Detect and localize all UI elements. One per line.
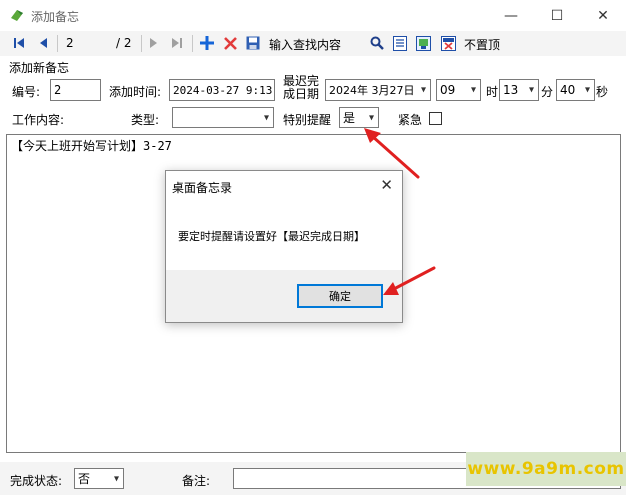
toolbar-separator bbox=[57, 35, 58, 52]
total-records: / 2 bbox=[116, 36, 132, 50]
minute-label: 分 bbox=[541, 85, 554, 99]
watermark: www.9a9m.com bbox=[466, 452, 626, 486]
minute-select[interactable]: 13 ▾ bbox=[499, 79, 539, 101]
toolbar-separator bbox=[141, 35, 142, 52]
work-content-label: 工作内容: bbox=[12, 113, 65, 127]
second-label: 秒 bbox=[596, 85, 609, 99]
title-bar: 添加备忘 — ☐ ✕ bbox=[0, 0, 626, 31]
delete-icon[interactable] bbox=[222, 35, 238, 51]
add-time-field[interactable]: 2024-03-27 9:13:4 bbox=[169, 79, 275, 101]
add-time-label: 添加时间: bbox=[109, 85, 162, 99]
window-title: 添加备忘 bbox=[31, 10, 80, 24]
status-label: 完成状态: bbox=[10, 474, 63, 488]
urgent-label: 紧急 bbox=[398, 113, 423, 127]
prev-record-icon[interactable] bbox=[37, 35, 49, 51]
maximize-button[interactable]: ☐ bbox=[534, 0, 580, 31]
chevron-down-icon: ▾ bbox=[470, 84, 476, 96]
dialog-close-button[interactable]: ✕ bbox=[380, 176, 393, 194]
chevron-down-icon: ▾ bbox=[368, 112, 374, 123]
content-text: 【今天上班开始写计划】3-27 bbox=[11, 139, 172, 153]
chevron-down-icon: ▾ bbox=[420, 84, 426, 96]
close-button[interactable]: ✕ bbox=[580, 0, 626, 31]
toolbar-separator bbox=[192, 35, 193, 52]
deadline-label: 最迟完 成日期 bbox=[283, 74, 320, 101]
chevron-down-icon: ▾ bbox=[113, 473, 119, 484]
pin-icon[interactable] bbox=[440, 35, 456, 51]
alert-dialog: 桌面备忘录 ✕ 要定时提醒请设置好【最迟完成日期】 确定 bbox=[165, 170, 403, 323]
reminder-label: 特别提醒 bbox=[283, 113, 332, 127]
toolbar: 2 / 2 输入查找内容 不置顶 bbox=[0, 31, 626, 56]
deadline-date-picker[interactable]: 2024年 3月27日 ▾ bbox=[325, 79, 431, 101]
pin-toggle-label[interactable]: 不置顶 bbox=[464, 36, 500, 53]
save-icon[interactable] bbox=[245, 35, 261, 51]
next-record-icon[interactable] bbox=[148, 35, 160, 51]
add-icon[interactable] bbox=[199, 35, 215, 51]
type-select[interactable]: ▾ bbox=[172, 107, 274, 128]
type-label: 类型: bbox=[131, 113, 160, 127]
hour-label: 时 bbox=[486, 85, 499, 99]
dialog-footer: 确定 bbox=[166, 270, 402, 322]
first-record-icon[interactable] bbox=[12, 35, 26, 51]
section-title: 添加新备忘 bbox=[9, 61, 70, 75]
reminder-select[interactable]: 是 ▾ bbox=[339, 107, 379, 128]
note-label: 备注: bbox=[182, 474, 211, 488]
id-field[interactable]: 2 bbox=[50, 79, 101, 101]
export-icon[interactable] bbox=[415, 35, 431, 51]
search-icon[interactable] bbox=[369, 35, 385, 51]
last-record-icon[interactable] bbox=[170, 35, 184, 51]
hour-select[interactable]: 09 ▾ bbox=[436, 79, 481, 101]
dialog-ok-button[interactable]: 确定 bbox=[297, 284, 383, 308]
second-select[interactable]: 40 ▾ bbox=[556, 79, 595, 101]
urgent-checkbox[interactable] bbox=[429, 112, 442, 125]
list-icon[interactable] bbox=[392, 35, 408, 51]
dialog-title: 桌面备忘录 bbox=[172, 181, 233, 195]
dialog-message: 要定时提醒请设置好【最迟完成日期】 bbox=[178, 230, 365, 243]
status-select[interactable]: 否 ▾ bbox=[74, 468, 124, 489]
chevron-down-icon: ▾ bbox=[584, 84, 590, 96]
app-icon bbox=[11, 10, 23, 21]
current-record-field[interactable]: 2 bbox=[66, 36, 74, 50]
id-label: 编号: bbox=[12, 85, 41, 99]
search-input[interactable]: 输入查找内容 bbox=[269, 36, 341, 53]
chevron-down-icon: ▾ bbox=[528, 84, 534, 96]
chevron-down-icon: ▾ bbox=[263, 112, 269, 123]
minimize-button[interactable]: — bbox=[488, 0, 534, 31]
